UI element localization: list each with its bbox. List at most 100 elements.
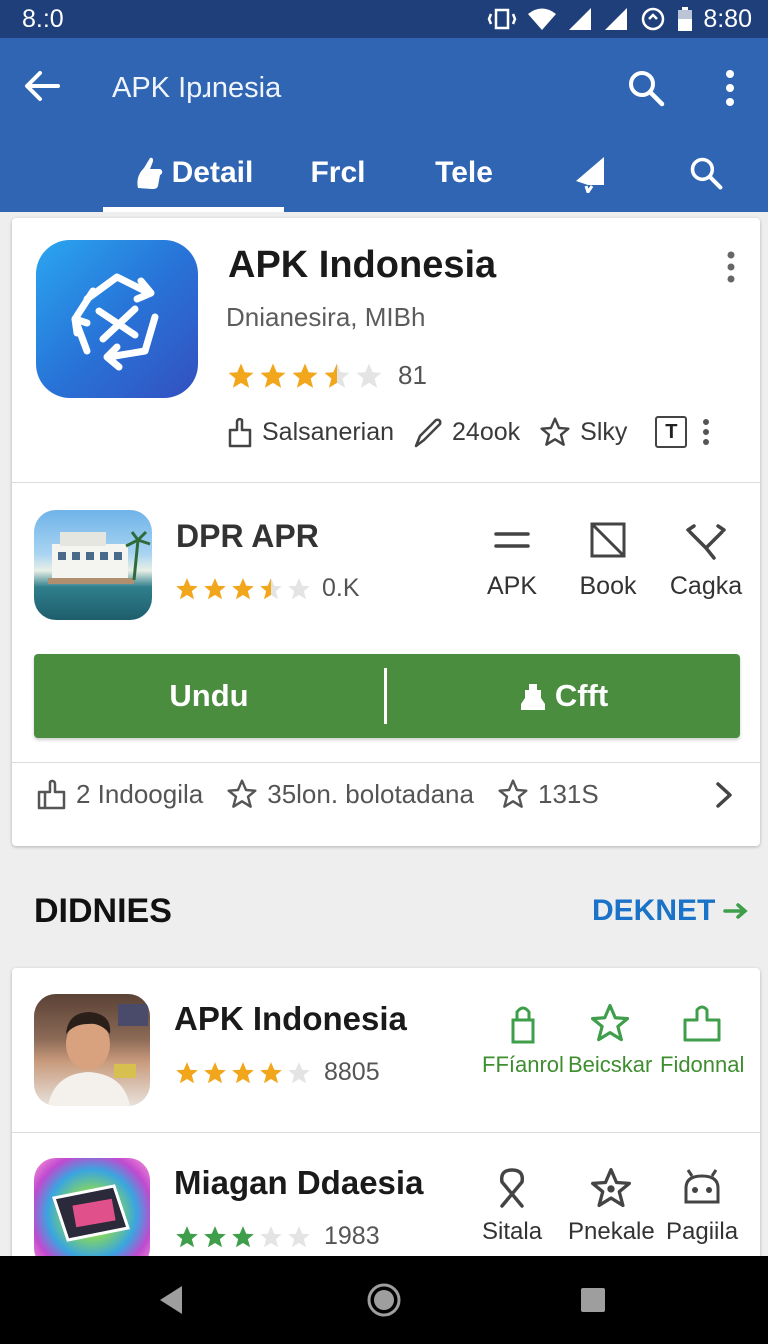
rating-count: 1983	[324, 1222, 380, 1250]
stats-row: 2 Indoogila 35lon. bolotadana 131S	[36, 778, 736, 810]
star-filled-icon	[204, 577, 226, 599]
star-rating	[174, 576, 312, 602]
meta-item-slky[interactable]: Slky	[538, 416, 627, 448]
stat-label: 35lon. bolotadana	[267, 778, 474, 809]
list-rating: 8805	[174, 1058, 380, 1087]
chevron-right-icon[interactable]	[712, 780, 736, 810]
search-button[interactable]	[626, 68, 666, 108]
star-filled-icon	[176, 1061, 198, 1083]
app-title: APK Indonesia	[228, 244, 497, 286]
divider	[12, 482, 760, 483]
star-outline-icon	[227, 779, 257, 808]
list-action[interactable]: Sitala	[482, 1166, 542, 1246]
overflow-menu-button[interactable]	[716, 68, 744, 108]
star-filled-icon	[232, 577, 254, 599]
list-action-label: Beicskar	[568, 1052, 653, 1077]
star-filled-icon	[232, 1061, 254, 1083]
stat-item[interactable]: 131S	[496, 778, 599, 810]
app-developer: Dnianesira, MIBh	[226, 302, 426, 332]
tools-icon	[686, 524, 726, 560]
meta-item-24ook[interactable]: 24ook	[412, 416, 520, 448]
section-link-label: DEKNET	[592, 894, 716, 927]
tab-detail[interactable]: Detail	[103, 134, 284, 212]
rating-count: 81	[398, 360, 427, 390]
star-half-icon	[260, 577, 282, 599]
secondary-action-label: Cfft	[554, 678, 609, 713]
star-empty-icon	[288, 577, 310, 599]
meta-label: Slky	[580, 417, 628, 446]
action-book[interactable]: Book	[558, 518, 658, 601]
action-apk[interactable]: APK	[462, 518, 562, 601]
stat-label: 2 Indoogila	[76, 778, 204, 809]
star-rating	[174, 1060, 312, 1086]
stat-item[interactable]: 2 Indoogila	[36, 778, 203, 810]
action-label: Cagka	[669, 572, 743, 600]
star-empty-icon	[260, 1225, 282, 1247]
section-more-link[interactable]: DEKNET	[592, 894, 749, 928]
book-icon	[590, 522, 626, 558]
status-time-left: 8.:0	[22, 4, 64, 33]
stat-item[interactable]: 35lon. bolotadana	[225, 778, 474, 810]
app-meta-row: Salsanerian 24ook Slky T	[226, 416, 715, 448]
app-rating: 81	[226, 360, 427, 391]
tab-bar: Detail Frcl Tele	[0, 134, 768, 212]
tab-notifications[interactable]	[560, 134, 620, 212]
back-button[interactable]	[22, 66, 68, 106]
star-badge-icon	[591, 1168, 632, 1208]
app-list-card: APK Indonesia 8805 FFíanrol Beicskar Fid…	[12, 968, 760, 1268]
list-action[interactable]: Fidonnal	[660, 1002, 744, 1078]
equals-icon	[494, 532, 530, 548]
more-vert-icon	[726, 70, 734, 106]
list-item[interactable]: APK Indonesia 8805 FFíanrol Beicskar Fid…	[12, 968, 760, 1132]
star-filled-icon	[176, 1225, 198, 1247]
download-bar: Undu Cfft	[34, 654, 740, 738]
star-outline-icon	[540, 417, 570, 446]
nav-home-icon[interactable]	[366, 1282, 402, 1318]
status-icons: 8:80	[487, 5, 752, 34]
action-label: Book	[579, 572, 637, 600]
more-vert-icon[interactable]	[697, 416, 715, 448]
star-filled-icon	[228, 363, 254, 388]
rating-count: 0.K	[322, 574, 360, 602]
star-filled-icon	[204, 1061, 226, 1083]
thumb-icon	[683, 1005, 721, 1042]
list-action[interactable]: Beicskar	[568, 1002, 652, 1078]
robot-icon	[684, 1169, 720, 1204]
nav-back-icon[interactable]	[156, 1282, 186, 1318]
action-cagka[interactable]: Cagka	[656, 518, 756, 601]
tab-frcl[interactable]: Frcl	[292, 134, 384, 212]
tab-tele[interactable]: Tele	[418, 134, 510, 212]
list-item[interactable]: Miagan Ddaesia 1983 Sitala Pnekale Pagii…	[12, 1132, 760, 1268]
signal-icon-2	[605, 8, 628, 30]
star-filled-icon	[292, 363, 318, 388]
thumb-icon	[37, 779, 66, 810]
star-outline-icon	[591, 1003, 630, 1042]
list-action[interactable]: FFíanrol	[482, 1002, 564, 1078]
list-action-label: Sitala	[482, 1218, 543, 1245]
text-box-icon[interactable]: T	[655, 416, 688, 448]
search-icon	[629, 71, 665, 107]
nav-recents-icon[interactable]	[578, 1282, 608, 1318]
list-thumbnail	[34, 1158, 150, 1268]
secondary-action-button[interactable]: Cfft	[387, 678, 740, 714]
download-button[interactable]: Undu	[34, 678, 384, 714]
recycle-arrows-icon	[71, 273, 159, 371]
stat-label: 131S	[537, 778, 599, 809]
section-title: DIDNIES	[34, 892, 172, 930]
tab-frcl-label: Frcl	[310, 156, 366, 189]
dpr-thumbnail[interactable]	[34, 510, 152, 620]
search-icon	[690, 157, 723, 190]
battery-icon	[678, 7, 693, 31]
wifi-icon	[528, 8, 557, 30]
list-action[interactable]: Pagiila	[666, 1166, 738, 1246]
app-icon[interactable]	[36, 240, 198, 398]
tab-detail-label: Detail	[171, 156, 254, 189]
tab-search[interactable]	[676, 134, 736, 212]
card-more-button[interactable]	[720, 250, 742, 284]
meta-item-salsanerian[interactable]: Salsanerian	[226, 416, 394, 448]
pen-icon	[414, 418, 442, 448]
list-action[interactable]: Pnekale	[568, 1166, 655, 1246]
toolbar: APK Ipɹnesia	[0, 38, 768, 134]
more-vert-icon	[727, 251, 735, 283]
star-empty-icon	[356, 363, 382, 388]
